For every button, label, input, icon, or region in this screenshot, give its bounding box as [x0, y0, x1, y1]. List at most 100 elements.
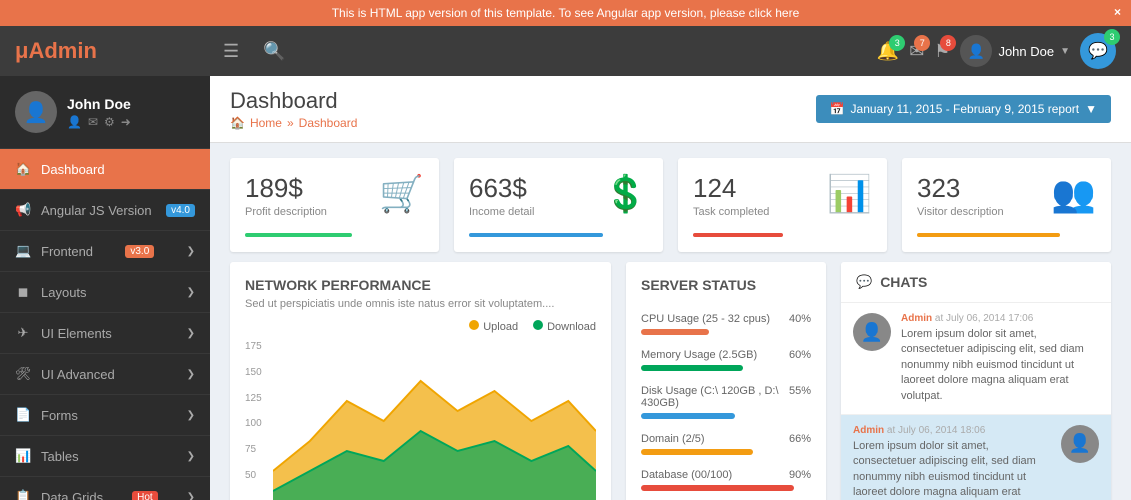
ui-elements-icon: ✈ — [15, 325, 31, 341]
chat-button[interactable]: 💬 3 — [1080, 33, 1116, 69]
stat-label-profit: Profit description — [245, 206, 327, 218]
angular-icon: 📢 — [15, 202, 31, 218]
sidebar-item-layouts[interactable]: ◼ Layouts ❯ — [0, 272, 210, 313]
sidebar-item-ui-elements[interactable]: ✈ UI Elements ❯ — [0, 313, 210, 354]
ui-elements-chevron: ❯ — [187, 328, 195, 339]
memory-label: Memory Usage (2.5GB) — [641, 349, 757, 361]
chat-author-2: Admin — [853, 425, 884, 436]
sidebar-label-forms: Forms — [41, 408, 78, 423]
domain-label: Domain (2/5) — [641, 433, 705, 445]
stat-card-profit: 189$ Profit description 🛒 — [230, 158, 439, 252]
cpu-label: CPU Usage (25 - 32 cpus) — [641, 313, 770, 325]
hamburger-icon[interactable]: ☰ — [215, 36, 247, 67]
chats-header: 💬 CHATS — [841, 262, 1111, 303]
stat-label-visitors: Visitor description — [917, 206, 1004, 218]
breadcrumb-separator: » — [287, 116, 294, 130]
stats-row: 189$ Profit description 🛒 663$ Income de… — [210, 143, 1131, 262]
server-item-database: Database (00/100) 90% — [641, 469, 811, 491]
date-range-button[interactable]: 📅 January 11, 2015 - February 9, 2015 re… — [816, 95, 1111, 123]
sidebar-user-email-icon[interactable]: ✉ — [88, 115, 98, 129]
chart-svg — [245, 341, 596, 500]
chat-author-1: Admin — [901, 313, 932, 324]
breadcrumb-current: Dashboard — [299, 116, 358, 130]
domain-bar — [641, 449, 753, 455]
sidebar-item-ui-advanced[interactable]: 🛠 UI Advanced ❯ — [0, 354, 210, 395]
announcement-bar: This is HTML app version of this templat… — [0, 0, 1131, 26]
dashboard-icon: 🏠 — [15, 161, 31, 177]
sidebar-item-datagrids[interactable]: 📋 Data Grids Hot ❯ — [0, 477, 210, 500]
memory-percent: 60% — [789, 349, 811, 361]
network-chart: 1751501251007550 — [245, 341, 596, 500]
angular-badge: v4.0 — [166, 204, 195, 217]
sidebar-label-layouts: Layouts — [41, 285, 87, 300]
breadcrumb: 🏠 Home » Dashboard — [230, 116, 357, 130]
chat-time-1: at July 06, 2014 17:06 — [935, 313, 1033, 324]
ui-advanced-icon: 🛠 — [15, 366, 31, 382]
nav-icons: ☰ 🔍 — [215, 36, 877, 67]
breadcrumb-home[interactable]: Home — [250, 116, 282, 130]
flag-icon-wrapper[interactable]: ⚑ 8 — [934, 41, 950, 62]
stat-progress-visitors — [917, 233, 1060, 237]
stat-progress-profit — [245, 233, 352, 237]
chat-text-1: Lorem ipsum dolor sit amet, consectetuer… — [901, 327, 1099, 404]
stat-value-visitors: 323 — [917, 173, 1004, 204]
sidebar-user-settings-icon[interactable]: ⚙ — [104, 115, 115, 129]
sidebar-menu: 🏠 Dashboard 📢 Angular JS Version v4.0 💻 … — [0, 149, 210, 500]
sidebar-label-ui-elements: UI Elements — [41, 326, 112, 341]
bell-badge: 3 — [889, 35, 905, 51]
date-range-text: January 11, 2015 - February 9, 2015 repo… — [851, 102, 1080, 116]
sidebar-item-dashboard[interactable]: 🏠 Dashboard — [0, 149, 210, 190]
network-performance-panel: NETWORK PERFORMANCE Sed ut perspiciatis … — [230, 262, 611, 500]
cart-icon: 🛒 — [379, 173, 424, 215]
chats-panel: 💬 CHATS 👤 Admin at July 06, 2014 17:06 L… — [841, 262, 1111, 500]
datagrids-badge: Hot — [132, 491, 158, 500]
chart-legend: Upload Download — [245, 320, 596, 333]
notifications-bell[interactable]: 🔔 3 — [877, 41, 899, 62]
sidebar: 👤 John Doe 👤 ✉ ⚙ ➜ 🏠 Dashboard — [0, 76, 210, 500]
sidebar-item-frontend[interactable]: 💻 Frontend v3.0 ❯ — [0, 231, 210, 272]
disk-percent: 55% — [789, 385, 811, 409]
stat-card-tasks: 124 Task completed 📊 — [678, 158, 887, 252]
chat-content-2: Admin at July 06, 2014 18:06 Lorem ipsum… — [853, 425, 1051, 500]
chat-icon: 💬 — [1088, 41, 1108, 61]
sidebar-label-ui-advanced: UI Advanced — [41, 367, 115, 382]
memory-bar — [641, 365, 743, 371]
chat-message-2: 👤 Admin at July 06, 2014 18:06 Lorem ips… — [841, 415, 1111, 500]
upload-legend: Upload — [469, 320, 518, 333]
sidebar-user-logout-icon[interactable]: ➜ — [121, 115, 131, 129]
server-item-cpu: CPU Usage (25 - 32 cpus) 40% — [641, 313, 811, 335]
sidebar-item-forms[interactable]: 📄 Forms ❯ — [0, 395, 210, 436]
network-panel-subtitle: Sed ut perspiciatis unde omnis iste natu… — [245, 298, 596, 310]
search-icon[interactable]: 🔍 — [255, 36, 293, 67]
close-announcement-button[interactable]: × — [1114, 5, 1121, 19]
messages-icon-wrapper[interactable]: ✉ 7 — [909, 41, 924, 62]
sidebar-label-tables: Tables — [41, 449, 79, 464]
logo: μAdmin — [15, 38, 215, 64]
server-item-disk: Disk Usage (C:\ 120GB , D:\ 430GB) 55% — [641, 385, 811, 419]
stat-value-profit: 189$ — [245, 173, 327, 204]
tables-icon: 📊 — [15, 448, 31, 464]
sidebar-label-datagrids: Data Grids — [41, 490, 103, 500]
datagrids-icon: 📋 — [15, 489, 31, 500]
sidebar-user-profile-icon[interactable]: 👤 — [67, 115, 82, 129]
cpu-bar — [641, 329, 709, 335]
sidebar-item-tables[interactable]: 📊 Tables ❯ — [0, 436, 210, 477]
sidebar-label-dashboard: Dashboard — [41, 162, 105, 177]
breadcrumb-home-icon: 🏠 — [230, 116, 245, 130]
sidebar-label-frontend: Frontend — [41, 244, 93, 259]
stat-progress-tasks — [693, 233, 783, 237]
envelope-badge: 7 — [914, 35, 930, 51]
header-username: John Doe — [998, 44, 1054, 59]
cpu-percent: 40% — [789, 313, 811, 325]
user-avatar-small: 👤 — [960, 35, 992, 67]
domain-percent: 66% — [789, 433, 811, 445]
chat-count-badge: 3 — [1104, 29, 1120, 45]
sidebar-item-angular[interactable]: 📢 Angular JS Version v4.0 — [0, 190, 210, 231]
user-dropdown[interactable]: 👤 John Doe ▼ — [960, 35, 1070, 67]
sidebar-user-icons: 👤 ✉ ⚙ ➜ — [67, 115, 131, 129]
stat-label-income: Income detail — [469, 206, 534, 218]
page-header: Dashboard 🏠 Home » Dashboard 📅 January 1… — [210, 76, 1131, 143]
chart-y-labels: 1751501251007550 — [245, 341, 262, 481]
stat-value-tasks: 124 — [693, 173, 769, 204]
disk-bar — [641, 413, 735, 419]
